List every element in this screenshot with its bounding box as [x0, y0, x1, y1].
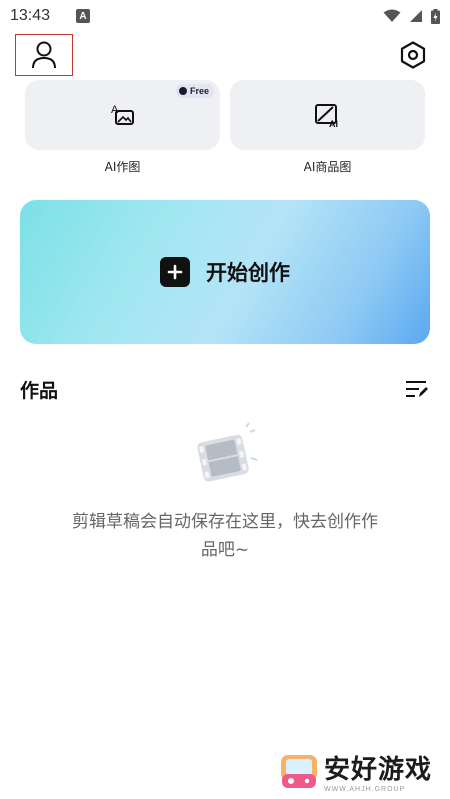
- works-header: 作品: [20, 374, 430, 404]
- settings-button[interactable]: [398, 40, 428, 70]
- svg-text:AI: AI: [329, 119, 338, 128]
- gear-icon: [400, 41, 426, 69]
- edit-list-icon: [406, 381, 428, 397]
- empty-message: 剪辑草稿会自动保存在这里，快去创作作品吧~: [72, 512, 378, 560]
- watermark: 安好游戏 WWW.AHJH.GROUP: [278, 749, 432, 793]
- wifi-icon: [383, 9, 401, 22]
- film-icon: [197, 422, 258, 482]
- start-creating-label: 开始创作: [206, 261, 290, 285]
- text-to-image-icon: A: [111, 104, 134, 125]
- status-icons: [383, 8, 440, 24]
- status-time: 13:43: [10, 7, 51, 24]
- ai-drawing-card[interactable]: A Free: [25, 80, 220, 150]
- ai-product-image-tool[interactable]: AI AI商品图: [230, 80, 425, 175]
- edit-list-button[interactable]: [404, 378, 430, 400]
- works-title: 作品: [20, 379, 59, 402]
- ai-drawing-tool[interactable]: A Free AI作图: [25, 80, 220, 175]
- status-bar: 13:43 A: [0, 0, 450, 32]
- notification-icon: A: [76, 9, 91, 23]
- watermark-title: 安好游戏: [323, 755, 432, 785]
- ai-product-image-card[interactable]: AI: [230, 80, 425, 150]
- signal-icon: [410, 10, 422, 22]
- free-badge-label: Free: [189, 86, 209, 96]
- gamepad-logo-icon: [280, 755, 317, 788]
- top-bar: [0, 32, 450, 78]
- profile-button[interactable]: [15, 34, 73, 76]
- start-creating-button[interactable]: 开始创作: [20, 200, 430, 344]
- clock-icon: [178, 87, 187, 95]
- ai-product-image-label: AI商品图: [303, 160, 352, 174]
- person-icon: [32, 41, 56, 69]
- battery-icon: [431, 8, 440, 24]
- free-badge: Free: [175, 84, 214, 98]
- watermark-subtitle: WWW.AHJH.GROUP: [323, 786, 406, 793]
- ai-drawing-label: AI作图: [104, 160, 141, 174]
- empty-state: 剪辑草稿会自动保存在这里，快去创作作品吧~: [0, 420, 450, 564]
- tool-row: A Free AI作图 AI AI商品图: [25, 80, 425, 175]
- ai-image-icon: AI: [314, 104, 338, 128]
- plus-icon: [160, 257, 190, 287]
